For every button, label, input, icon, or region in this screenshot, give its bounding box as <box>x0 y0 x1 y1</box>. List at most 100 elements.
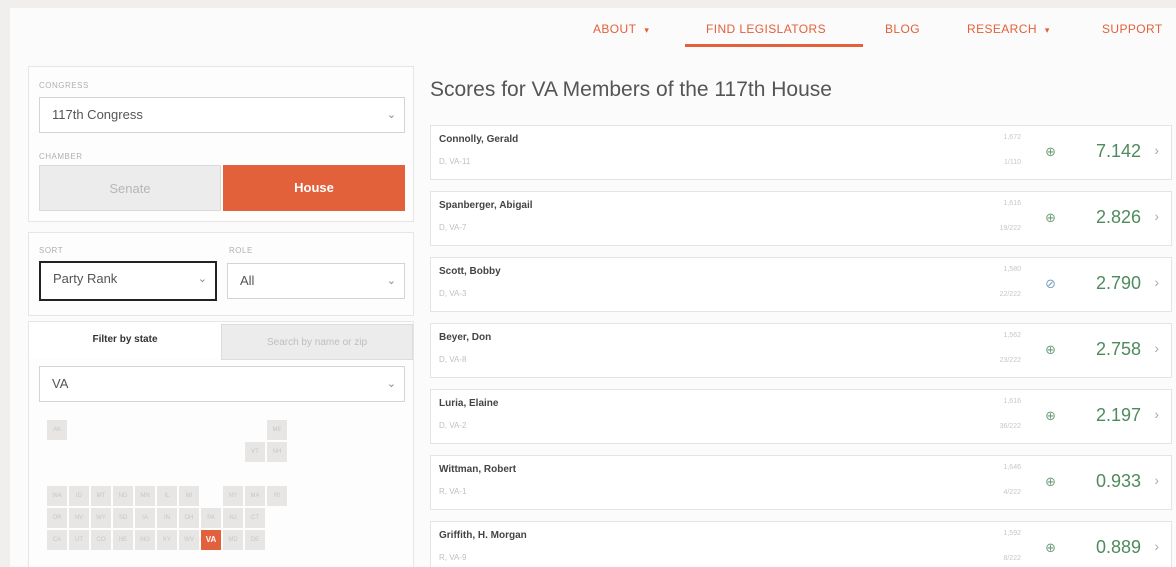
member-stat-count: 1,580 <box>1003 266 1021 273</box>
state-tile-ut[interactable]: UT <box>69 530 89 550</box>
tab-filter-by-state[interactable]: Filter by state <box>29 322 221 358</box>
state-tile-id[interactable]: ID <box>69 486 89 506</box>
caret-down-icon: ▾ <box>644 25 650 35</box>
nav-support[interactable]: SUPPORT <box>1102 14 1163 44</box>
member-stat-rank: 19/222 <box>999 225 1021 232</box>
chevron-right-icon[interactable]: › <box>1154 208 1159 224</box>
chamber-house-button[interactable]: House <box>223 165 405 211</box>
chevron-right-icon[interactable]: › <box>1154 472 1159 488</box>
member-row[interactable]: Spanberger, Abigail D, VA-7 1,616 19/222 ⊕ 2.… <box>430 191 1172 246</box>
member-stat-count: 1,616 <box>1003 398 1021 405</box>
state-tile-ia[interactable]: IA <box>135 508 155 528</box>
nav-research-label: RESEARCH <box>967 22 1037 36</box>
state-tile-mt[interactable]: MT <box>91 486 111 506</box>
tab-search-by-name[interactable]: Search by name or zip <box>221 324 413 360</box>
member-stat-rank: 8/222 <box>1003 555 1021 562</box>
role-select[interactable]: All ⌄ <box>227 263 405 299</box>
state-tile-pa[interactable]: PA <box>201 508 221 528</box>
state-tile-ma[interactable]: MA <box>245 486 265 506</box>
member-stat-count: 1,592 <box>1003 530 1021 537</box>
member-row[interactable]: Griffith, H. Morgan R, VA-9 1,592 8/222 ⊕ 0.8… <box>430 521 1172 567</box>
chamber-senate-label: Senate <box>109 181 151 196</box>
state-tile-mo[interactable]: MO <box>135 530 155 550</box>
state-tile-or[interactable]: OR <box>47 508 67 528</box>
member-score: 2.790 <box>1095 273 1141 293</box>
state-tile-wa[interactable]: WA <box>47 486 67 506</box>
member-stat-rank: 36/222 <box>999 423 1021 430</box>
state-tile-mi[interactable]: MI <box>179 486 199 506</box>
nav-support-label: SUPPORT <box>1102 22 1163 36</box>
member-name: Connolly, Gerald <box>439 134 519 145</box>
state-select[interactable]: VA ⌄ <box>39 366 405 402</box>
member-row[interactable]: Wittman, Robert R, VA-1 1,646 4/222 ⊕ 0.933 › <box>430 455 1172 510</box>
chamber-senate-button[interactable]: Senate <box>39 165 221 211</box>
nav-blog-label: BLOG <box>885 22 920 36</box>
chevron-right-icon[interactable]: › <box>1154 538 1159 554</box>
member-stat-count: 1,616 <box>1003 200 1021 207</box>
state-tile-nd[interactable]: ND <box>113 486 133 506</box>
member-name: Luria, Elaine <box>439 398 499 409</box>
tab-search-by-name-label: Search by name or zip <box>266 337 368 348</box>
role-label: ROLE <box>229 246 253 255</box>
state-tile-ri[interactable]: RI <box>267 486 287 506</box>
member-district: R, VA-9 <box>439 553 467 562</box>
state-tile-in[interactable]: IN <box>157 508 177 528</box>
member-row[interactable]: Connolly, Gerald D, VA-11 1,672 1/110 ⊕ 7.142… <box>430 125 1172 180</box>
chevron-right-icon[interactable]: › <box>1154 406 1159 422</box>
member-row[interactable]: Luria, Elaine D, VA-2 1,616 36/222 ⊕ 2.197 › <box>430 389 1172 444</box>
nav-research[interactable]: RESEARCH ▾ <box>967 14 1050 44</box>
state-tile-va[interactable]: VA <box>201 530 221 550</box>
member-stat-rank: 23/222 <box>999 357 1021 364</box>
nav-about[interactable]: ABOUT ▾ <box>593 14 649 44</box>
state-tile-ny[interactable]: NY <box>223 486 243 506</box>
nav-find-legislators[interactable]: FIND LEGISLATORS <box>706 14 826 44</box>
state-tile-ne[interactable]: NE <box>113 530 133 550</box>
member-district: R, VA-1 <box>439 487 467 496</box>
top-nav: ABOUT ▾ FIND LEGISLATORS BLOG RESEARCH ▾ S… <box>10 8 1176 58</box>
member-row[interactable]: Beyer, Don D, VA-8 1,562 23/222 ⊕ 2.758 › <box>430 323 1172 378</box>
state-tile-nj[interactable]: NJ <box>223 508 243 528</box>
member-row[interactable]: Scott, Bobby D, VA-3 1,580 22/222 ⊘ 2.790 › <box>430 257 1172 312</box>
chevron-right-icon[interactable]: › <box>1154 142 1159 158</box>
member-stat-rank: 22/222 <box>999 291 1021 298</box>
member-name: Scott, Bobby <box>439 266 501 277</box>
chevron-right-icon[interactable]: › <box>1154 340 1159 356</box>
sort-select[interactable]: Party Rank ⌄ <box>39 261 217 301</box>
role-select-value: All <box>240 273 255 288</box>
nav-blog[interactable]: BLOG <box>885 14 920 44</box>
state-tile-de[interactable]: DE <box>245 530 265 550</box>
state-tile-ct[interactable]: CT <box>245 508 265 528</box>
chevron-right-icon[interactable]: › <box>1154 274 1159 290</box>
nav-about-label: ABOUT <box>593 22 637 36</box>
nav-find-legislators-label: FIND LEGISLATORS <box>706 22 826 36</box>
chevron-down-icon: ⌄ <box>197 273 207 285</box>
state-tile-me[interactable]: ME <box>267 420 287 440</box>
member-name: Wittman, Robert <box>439 464 517 475</box>
member-score: 2.758 <box>1095 339 1141 359</box>
congress-chamber-panel: CONGRESS 117th Congress ⌄ CHAMBER Senate… <box>28 66 414 222</box>
sort-role-panel: SORT Party Rank ⌄ ROLE All ⌄ <box>28 232 414 316</box>
state-tile-mn[interactable]: MN <box>135 486 155 506</box>
member-score: 2.197 <box>1095 405 1141 425</box>
page-title: Scores for VA Members of the 117th House <box>430 78 832 101</box>
state-tile-co[interactable]: CO <box>91 530 111 550</box>
state-tile-ky[interactable]: KY <box>157 530 177 550</box>
member-score: 0.933 <box>1095 471 1141 491</box>
state-tile-wy[interactable]: WY <box>91 508 111 528</box>
member-district: D, VA-3 <box>439 289 467 298</box>
state-tile-sd[interactable]: SD <box>113 508 133 528</box>
state-tile-ca[interactable]: CA <box>47 530 67 550</box>
chevron-down-icon: ⌄ <box>386 378 396 390</box>
chevron-down-icon: ⌄ <box>386 109 396 121</box>
state-tile-nh[interactable]: NH <box>267 442 287 462</box>
state-tile-il[interactable]: IL <box>157 486 177 506</box>
state-tile-md[interactable]: MD <box>223 530 243 550</box>
congress-select[interactable]: 117th Congress ⌄ <box>39 97 405 133</box>
state-tile-nv[interactable]: NV <box>69 508 89 528</box>
state-tile-vt[interactable]: VT <box>245 442 265 462</box>
state-tile-ak[interactable]: AK <box>47 420 67 440</box>
status-icon: ⊘ <box>1045 276 1056 291</box>
state-tile-wv[interactable]: WV <box>179 530 199 550</box>
member-district: D, VA-11 <box>439 157 471 166</box>
state-tile-oh[interactable]: OH <box>179 508 199 528</box>
